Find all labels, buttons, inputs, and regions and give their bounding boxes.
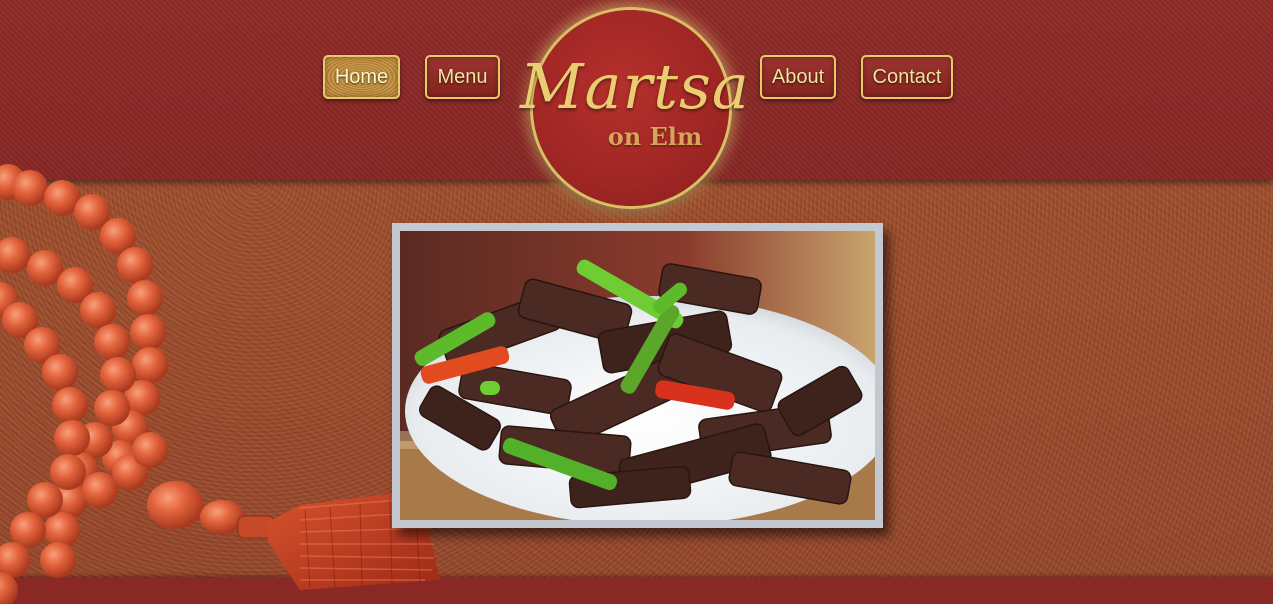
page: Martsa on Elm Home Menu About Contact [0, 0, 1273, 604]
bead [117, 247, 153, 283]
bead [82, 472, 118, 508]
bead [50, 454, 86, 490]
pepper-strip [480, 381, 500, 395]
bead [132, 432, 168, 468]
bead [12, 170, 48, 206]
bead [54, 420, 90, 456]
bead [94, 390, 130, 426]
nav-menu-button[interactable]: Menu [425, 55, 500, 99]
featured-photo-frame [392, 223, 883, 528]
bead [94, 324, 130, 360]
bead [130, 314, 166, 350]
logo-subtitle: on Elm [607, 122, 703, 151]
featured-dish-photo [400, 231, 875, 520]
nav-about-button[interactable]: About [760, 55, 836, 99]
guru-bead [147, 481, 203, 529]
bead [80, 292, 116, 328]
bead [52, 387, 88, 423]
bead [0, 237, 30, 273]
guru-bead-cap [200, 500, 244, 534]
bead-strand [0, 164, 168, 604]
bead [42, 354, 78, 390]
nav-home-button[interactable]: Home [323, 55, 400, 99]
bead [132, 347, 168, 383]
nav-contact-button[interactable]: Contact [861, 55, 953, 99]
bead [40, 542, 76, 578]
logo-name: Martsa [520, 50, 750, 123]
prayer-beads-decoration [0, 164, 440, 604]
bead [127, 280, 163, 316]
bead [100, 357, 136, 393]
